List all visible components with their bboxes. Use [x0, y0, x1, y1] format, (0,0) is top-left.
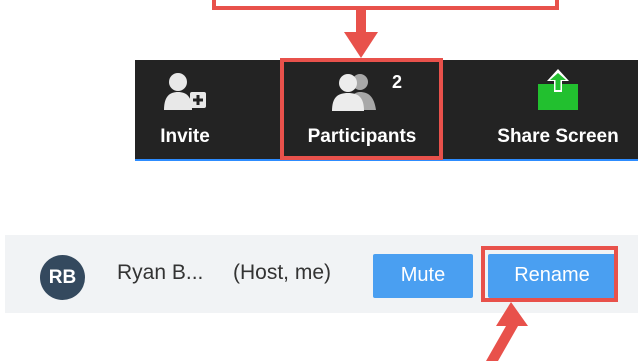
share-screen-label: Share Screen — [497, 126, 619, 147]
participant-name: Ryan B... — [117, 261, 204, 284]
share-screen-icon — [538, 69, 578, 110]
mute-button[interactable]: Mute — [373, 254, 473, 298]
participant-role: (Host, me) — [233, 261, 332, 284]
invite-label: Invite — [160, 126, 210, 147]
share-screen-button[interactable]: Share Screen — [478, 60, 638, 160]
invite-button[interactable]: Invite — [135, 60, 235, 160]
avatar: RB — [40, 255, 85, 300]
participants-highlight-box — [280, 58, 443, 160]
callout-arrow-down — [344, 8, 378, 58]
tutorial-screenshot: Invite 2 Participants Share Screen RB Ry… — [0, 0, 638, 361]
rename-highlight-box — [481, 246, 618, 302]
callout-arrow-up — [486, 302, 528, 361]
add-user-icon — [164, 73, 206, 110]
